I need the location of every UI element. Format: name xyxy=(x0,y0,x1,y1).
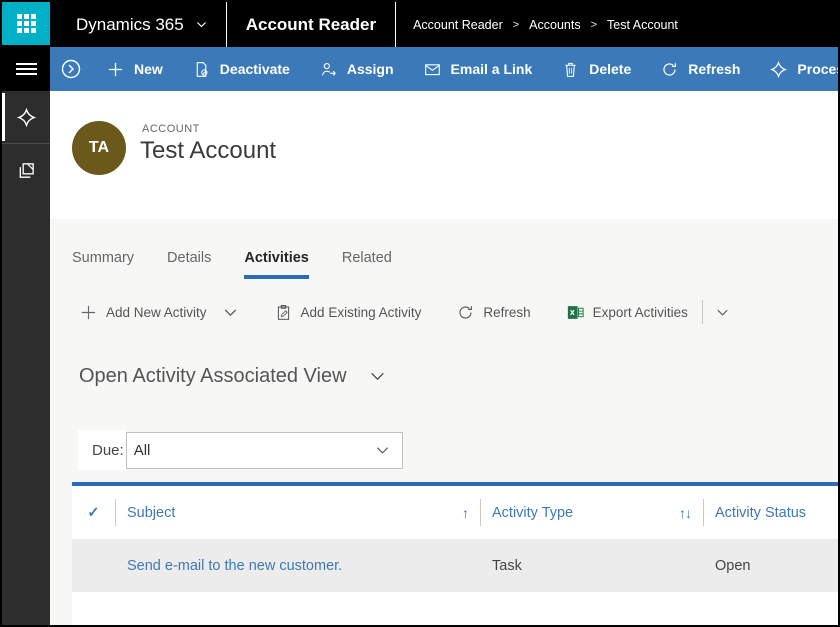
refresh-icon xyxy=(661,61,678,78)
grid-row[interactable]: Send e-mail to the new customer. Task Op… xyxy=(72,539,838,592)
export-activities-button[interactable]: Export Activities xyxy=(567,304,688,321)
assign-button[interactable]: Assign xyxy=(305,61,409,78)
avatar-initials: TA xyxy=(89,139,109,157)
breadcrumb: Account Reader > Accounts > Test Account xyxy=(413,2,678,47)
trash-icon xyxy=(562,61,579,78)
record-title: Test Account xyxy=(140,137,276,165)
add-new-activity-label: Add New Activity xyxy=(106,305,207,320)
app-window: Dynamics 365 Account Reader Account Read… xyxy=(0,0,840,627)
email-a-link-button[interactable]: Email a Link xyxy=(409,61,548,78)
breadcrumb-item-app[interactable]: Account Reader xyxy=(413,18,503,32)
activities-grid: ✓ Subject ↑ Activity Type ↑↓ Activity St… xyxy=(72,482,838,627)
due-filter-select[interactable]: All xyxy=(126,432,403,469)
activity-type-cell: Task xyxy=(480,539,703,592)
chevron-down-icon xyxy=(369,368,386,385)
activity-status-cell: Open xyxy=(703,539,838,592)
breadcrumb-separator-icon: > xyxy=(513,19,519,31)
column-header-activity-status[interactable]: Activity Status xyxy=(703,486,838,539)
row-select-cell[interactable] xyxy=(72,539,115,592)
nav-divider xyxy=(395,2,396,47)
refresh-list-button[interactable]: Refresh xyxy=(457,304,530,321)
column-header-subject[interactable]: Subject ↑ xyxy=(115,486,480,539)
activity-type-column-label: Activity Type xyxy=(492,505,573,521)
plus-icon xyxy=(80,304,97,321)
process-label: Process xyxy=(797,61,838,77)
column-header-activity-type[interactable]: Activity Type ↑↓ xyxy=(480,486,703,539)
breadcrumb-item-accounts[interactable]: Accounts xyxy=(529,18,580,32)
account-avatar: TA xyxy=(72,121,126,175)
add-new-activity-button[interactable]: Add New Activity xyxy=(80,304,239,321)
process-pinwheel-icon xyxy=(770,61,787,78)
sidebar-item-recent[interactable] xyxy=(2,144,50,197)
new-label: New xyxy=(134,61,163,77)
form-body: Summary Details Activities Related Add N… xyxy=(50,219,838,625)
clipboard-edit-icon xyxy=(275,304,292,321)
chevron-down-icon xyxy=(375,443,390,458)
chevron-down-icon xyxy=(195,18,208,31)
select-all-checkmark-icon[interactable]: ✓ xyxy=(72,486,115,539)
sort-ascending-icon[interactable]: ↑ xyxy=(462,505,480,521)
brand-label: Dynamics 365 xyxy=(76,15,184,35)
app-launcher-button[interactable] xyxy=(2,2,50,45)
left-sidebar xyxy=(2,91,50,625)
waffle-grid-icon xyxy=(17,14,36,33)
module-title: Account Reader xyxy=(227,2,395,47)
email-a-link-label: Email a Link xyxy=(451,61,533,77)
delete-label: Delete xyxy=(589,61,631,77)
tab-related[interactable]: Related xyxy=(342,250,392,279)
process-button[interactable]: Process xyxy=(755,61,838,78)
top-nav-bar: Dynamics 365 Account Reader Account Read… xyxy=(2,2,838,47)
deactivate-label: Deactivate xyxy=(220,61,290,77)
command-bar: New Deactivate Assign Email a Link xyxy=(2,47,838,91)
tab-summary[interactable]: Summary xyxy=(72,250,134,279)
refresh-label: Refresh xyxy=(688,61,740,77)
excel-icon xyxy=(567,304,584,321)
record-header: TA ACCOUNT Test Account xyxy=(50,91,838,219)
deactivate-button[interactable]: Deactivate xyxy=(178,61,305,78)
sidebar-item-sitemap[interactable] xyxy=(2,91,50,144)
refresh-list-label: Refresh xyxy=(483,305,530,320)
activity-status-column-label: Activity Status xyxy=(715,505,806,521)
tab-details[interactable]: Details xyxy=(167,250,211,279)
subject-column-label: Subject xyxy=(127,505,175,521)
due-filter-value: All xyxy=(134,442,151,459)
due-filter-row: Due: All xyxy=(78,430,403,470)
export-activities-label: Export Activities xyxy=(593,305,688,320)
pinwheel-icon xyxy=(17,108,36,127)
dynamics-brand-menu[interactable]: Dynamics 365 xyxy=(76,2,208,47)
grid-empty-area xyxy=(72,592,838,627)
sort-both-icon[interactable]: ↑↓ xyxy=(679,505,703,521)
add-existing-activity-label: Add Existing Activity xyxy=(301,305,422,320)
activities-toolbar: Add New Activity Add Existing Activity R… xyxy=(80,300,730,324)
form-tabs: Summary Details Activities Related xyxy=(72,250,392,279)
due-filter-label: Due: xyxy=(78,430,126,470)
refresh-icon xyxy=(457,304,474,321)
delete-button[interactable]: Delete xyxy=(547,61,646,78)
subject-cell: Send e-mail to the new customer. xyxy=(115,539,480,592)
circle-arrow-right-icon[interactable] xyxy=(60,58,82,80)
add-existing-activity-button[interactable]: Add Existing Activity xyxy=(275,304,422,321)
refresh-button[interactable]: Refresh xyxy=(646,61,755,78)
toolbar-overflow-chevron-icon[interactable] xyxy=(715,305,730,320)
breadcrumb-item-record[interactable]: Test Account xyxy=(607,18,678,32)
new-button[interactable]: New xyxy=(92,61,178,78)
view-selector-title: Open Activity Associated View xyxy=(79,365,347,388)
assign-person-icon xyxy=(320,61,337,78)
assign-label: Assign xyxy=(347,61,394,77)
view-selector[interactable]: Open Activity Associated View xyxy=(79,365,386,388)
plus-icon xyxy=(107,61,124,78)
grid-header-row: ✓ Subject ↑ Activity Type ↑↓ Activity St… xyxy=(72,486,838,539)
chevron-down-icon xyxy=(222,304,239,321)
hamburger-menu-icon xyxy=(16,60,37,78)
sitemap-toggle-button[interactable] xyxy=(2,47,50,91)
deactivate-document-icon xyxy=(193,61,210,78)
toolbar-divider xyxy=(702,300,703,324)
subject-link[interactable]: Send e-mail to the new customer. xyxy=(127,558,342,574)
entity-type-label: ACCOUNT xyxy=(142,123,200,135)
email-envelope-icon xyxy=(424,61,441,78)
tab-activities[interactable]: Activities xyxy=(244,250,308,279)
recent-pages-icon xyxy=(17,161,36,180)
breadcrumb-separator-icon: > xyxy=(591,19,597,31)
